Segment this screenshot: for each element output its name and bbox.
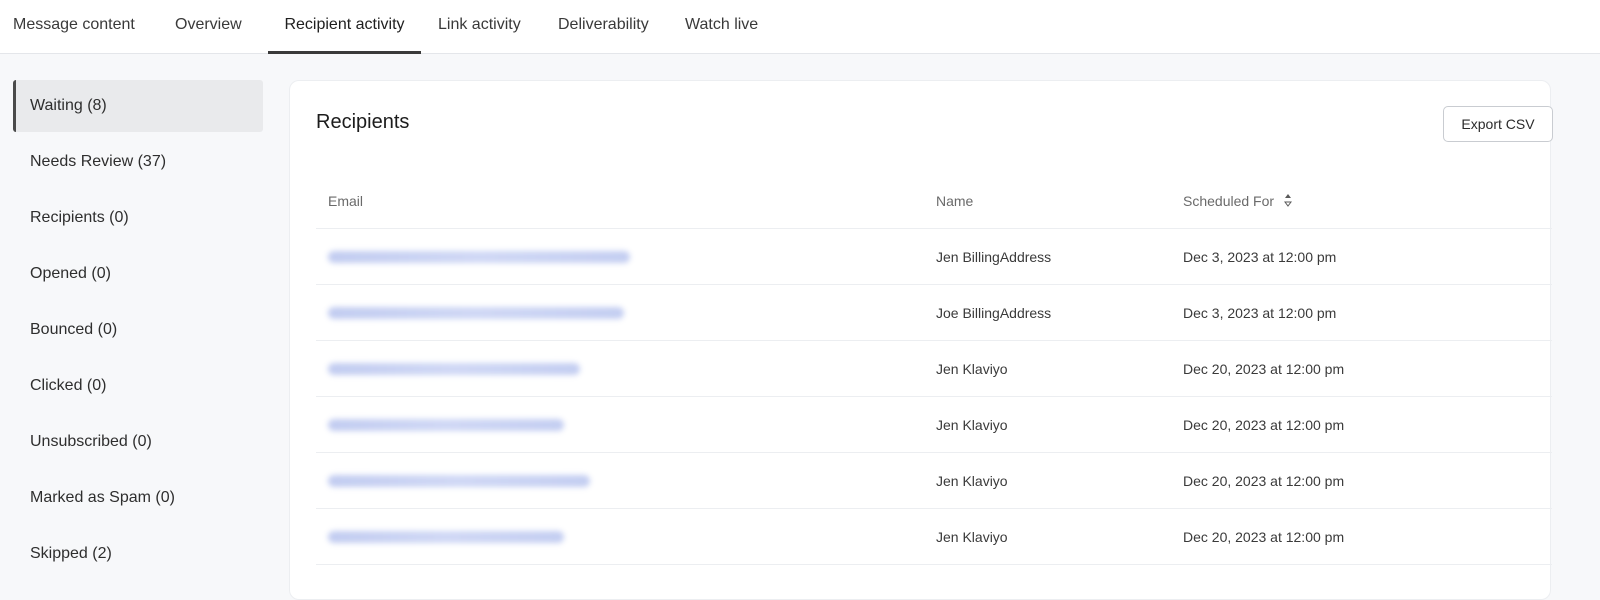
recipient-name: Jen BillingAddress — [936, 249, 1052, 265]
sidebar-item-opened[interactable]: Opened (0) — [13, 248, 263, 300]
recipient-scheduled: Dec 3, 2023 at 12:00 pm — [1183, 249, 1337, 265]
table-row[interactable]: Joe BillingAddress Dec 3, 2023 at 12:00 … — [316, 285, 1552, 341]
tab-overview[interactable]: Overview — [175, 0, 242, 54]
recipient-scheduled: Dec 20, 2023 at 12:00 pm — [1183, 529, 1345, 545]
table-header: Email Name Scheduled For — [316, 173, 1552, 229]
table-row[interactable]: Jen BillingAddress Dec 3, 2023 at 12:00 … — [316, 229, 1552, 285]
email-redacted — [328, 251, 630, 263]
column-header-name[interactable]: Name — [936, 173, 973, 229]
sidebar-item-marked-as-spam[interactable]: Marked as Spam (0) — [13, 472, 263, 524]
sidebar-item-waiting[interactable]: Waiting (8) — [13, 80, 263, 132]
sidebar-item-clicked[interactable]: Clicked (0) — [13, 360, 263, 412]
recipient-name: Jen Klaviyo — [936, 473, 1008, 489]
recipient-name: Jen Klaviyo — [936, 417, 1008, 433]
sort-icon[interactable] — [1283, 174, 1292, 230]
tab-bar: Message content Overview Recipient activ… — [0, 0, 1600, 54]
sidebar-item-recipients[interactable]: Recipients (0) — [13, 192, 263, 244]
table-row[interactable]: Jen Klaviyo Dec 20, 2023 at 12:00 pm — [316, 509, 1552, 565]
email-redacted — [328, 531, 564, 543]
sidebar: Waiting (8) Needs Review (37) Recipients… — [13, 80, 263, 584]
tab-message-content[interactable]: Message content — [13, 0, 135, 54]
export-csv-button[interactable]: Export CSV — [1443, 106, 1553, 142]
sidebar-item-skipped[interactable]: Skipped (2) — [13, 528, 263, 580]
tab-watch-live[interactable]: Watch live — [685, 0, 758, 54]
email-redacted — [328, 307, 624, 319]
table-row[interactable]: Jen Klaviyo Dec 20, 2023 at 12:00 pm — [316, 397, 1552, 453]
recipient-scheduled: Dec 3, 2023 at 12:00 pm — [1183, 305, 1337, 321]
column-header-scheduled-label: Scheduled For — [1183, 193, 1275, 209]
email-redacted — [328, 363, 580, 375]
email-redacted — [328, 419, 564, 431]
recipient-name: Jen Klaviyo — [936, 361, 1008, 377]
recipient-scheduled: Dec 20, 2023 at 12:00 pm — [1183, 361, 1345, 377]
sidebar-item-unsubscribed[interactable]: Unsubscribed (0) — [13, 416, 263, 468]
page-title: Recipients — [316, 111, 410, 133]
table-row[interactable]: Jen Klaviyo Dec 20, 2023 at 12:00 pm — [316, 453, 1552, 509]
tab-recipient-activity[interactable]: Recipient activity — [268, 0, 421, 54]
sidebar-item-bounced[interactable]: Bounced (0) — [13, 304, 263, 356]
sidebar-item-needs-review[interactable]: Needs Review (37) — [13, 136, 263, 188]
tab-link-activity[interactable]: Link activity — [438, 0, 521, 54]
recipient-name: Jen Klaviyo — [936, 529, 1008, 545]
table-row[interactable]: Jen Klaviyo Dec 20, 2023 at 12:00 pm — [316, 341, 1552, 397]
recipients-card: Recipients Export CSV Email Name Schedul… — [289, 80, 1553, 600]
tab-deliverability[interactable]: Deliverability — [558, 0, 649, 54]
recipients-table: Email Name Scheduled For Jen BillingAddr… — [316, 173, 1552, 565]
recipient-scheduled: Dec 20, 2023 at 12:00 pm — [1183, 417, 1345, 433]
column-header-email[interactable]: Email — [328, 173, 363, 229]
email-redacted — [328, 475, 590, 487]
recipient-name: Joe BillingAddress — [936, 305, 1052, 321]
column-header-scheduled-for[interactable]: Scheduled For — [1183, 173, 1292, 230]
recipient-scheduled: Dec 20, 2023 at 12:00 pm — [1183, 473, 1345, 489]
